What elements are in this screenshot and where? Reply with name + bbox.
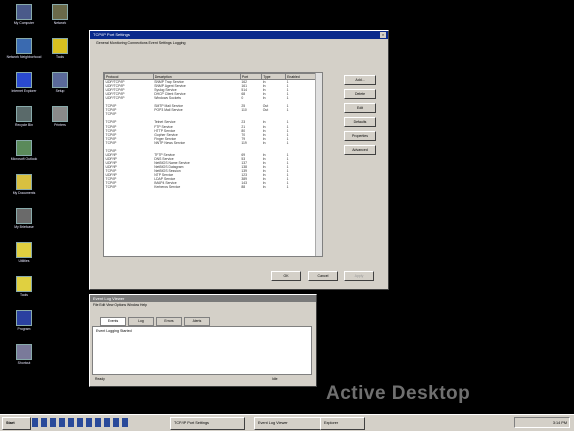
log-title: Event Log Viewer [93,296,125,301]
taskbar: Start TCP/IP Port Settings Event Log Vie… [0,414,574,431]
table-cell: In [262,185,266,190]
log-status-left: Ready [95,377,105,381]
side-button-advanced[interactable]: Advanced [344,145,376,155]
desktop-icon-my-computer[interactable]: My Computer [6,4,42,25]
task-label-log: Event Log Viewer [258,421,288,425]
-folder-3-icon [16,276,32,292]
dialog-title: TCP/IP Port Settings [93,32,130,37]
log-tab-errors[interactable]: Errors [156,317,182,326]
desktop-icon-folder-3[interactable]: Tools [6,276,42,297]
wallpaper-text: Active Desktop [326,383,471,404]
desktop-icon-label: Tools [20,293,28,297]
cancel-button[interactable]: Cancel [308,271,338,281]
desktop-icon-shortcut-1[interactable]: Microsoft Outlook [6,140,42,161]
desktop-icon-briefcase[interactable]: My Briefcase [6,208,42,229]
desktop-icon-label: Network [53,21,67,25]
log-statusbar: Ready Idle [92,375,312,383]
log-titlebar[interactable]: Event Log Viewer [90,295,316,302]
-recycle-icon [16,106,32,122]
port-list[interactable]: Protocol Description Port Type Enabled UDP/T… [103,72,323,257]
-2-2-icon [52,38,68,54]
desktop-icon-folder-2[interactable]: Utilities [6,242,42,263]
-shortcut-2-icon [16,344,32,360]
dialog-titlebar[interactable]: TCP/IP Port Settings × [90,31,388,39]
ok-button[interactable]: OK [271,271,301,281]
table-cell: 88 [241,185,246,190]
desktop-icon-label: Tools [56,55,64,59]
-2-3-icon [52,72,68,88]
desktop-icon-label: Shortcut [17,361,31,365]
-program-icon [16,310,32,326]
-shortcut-1-icon [16,140,32,156]
log-tab-alerts[interactable]: Alerts [184,317,210,326]
log-tab-log[interactable]: Log [128,317,154,326]
-briefcase-icon [16,208,32,224]
task-button-settings[interactable]: TCP/IP Port Settings [170,417,245,430]
task-label-explorer: Explorer [324,421,339,425]
table-cell: TCP/IP [105,185,117,190]
table-row[interactable]: TCP/IP Kerberos Service 88 In 1 [105,185,322,189]
close-icon[interactable]: × [380,32,386,38]
desktop-icon-label: My Documents [12,191,36,195]
log-menubar[interactable]: File Edit View Options Window Help [90,302,316,308]
desktop-icon-recycle[interactable]: Recycle Bin [6,106,42,127]
desktop-icon-internet[interactable]: Internet Explorer [6,72,42,93]
list-scrollbar[interactable] [315,73,322,256]
desktop-icon-label: My Briefcase [14,225,34,229]
log-body[interactable]: Event Logging Started [92,326,312,375]
log-tab-events[interactable]: Events [100,317,126,326]
start-button[interactable]: Start [2,417,31,430]
desktop-icon-folder-1[interactable]: My Documents [6,174,42,195]
log-status-right: Idle [272,377,278,381]
side-button-edit[interactable]: Edit [344,103,376,113]
dialog-tabs[interactable]: General Monitoring Connections Event Set… [90,39,388,47]
desktop-icon-2-3[interactable]: Setup [42,72,78,93]
task-label-settings: TCP/IP Port Settings [174,421,209,425]
desktop-icon-label: Microsoft Outlook [10,157,38,161]
system-tray: 3:14 PM [514,417,570,428]
desktop-icon-label: Utilities [18,259,30,263]
desktop-icon-2-2[interactable]: Tools [42,38,78,59]
clock[interactable]: 3:14 PM [553,421,567,425]
-my-computer-icon [16,4,32,20]
desktop-icon-shortcut-2[interactable]: Shortcut [6,344,42,365]
desktop-icon-label: Printers [54,123,66,127]
side-button-add[interactable]: Add... [344,75,376,85]
desktop-icon-label: Recycle Bin [15,123,33,127]
desktop-icon-network[interactable]: Network Neighborhood [6,38,42,59]
tcpip-settings-dialog[interactable]: TCP/IP Port Settings × General Monitorin… [89,30,389,290]
side-button-delete[interactable]: Delete [344,89,376,99]
-internet-icon [16,72,32,88]
-2-4-icon [52,106,68,122]
apply-button[interactable]: Apply [344,271,374,281]
-network-icon [16,38,32,54]
desktop-icon-label: Network Neighborhood [6,55,42,59]
desktop-icon-program[interactable]: Program [6,310,42,331]
event-log-window[interactable]: Event Log Viewer File Edit View Options … [89,294,317,387]
port-table: Protocol Description Port Type Enabled UDP/T… [104,73,322,189]
-folder-1-icon [16,174,32,190]
desktop-icon-2-1[interactable]: Network [42,4,78,25]
task-button-explorer[interactable]: Explorer [320,417,365,430]
side-button-defaults[interactable]: Defaults [344,117,376,127]
desktop-icon-label: Internet Explorer [11,89,37,93]
desktop-icon-label: Program [17,327,31,331]
log-text: Event Logging Started [96,329,132,333]
-2-1-icon [52,4,68,20]
start-label: Start [6,421,15,425]
desktop-icon-label: My Computer [13,21,35,25]
desktop-icon-2-4[interactable]: Printers [42,106,78,127]
task-button-log[interactable]: Event Log Viewer [254,417,321,430]
desktop-icon-label: Setup [55,89,65,93]
-folder-2-icon [16,242,32,258]
table-cell: Kerberos Service [154,185,181,190]
side-button-properties[interactable]: Properties [344,131,376,141]
quick-launch[interactable] [32,418,128,427]
